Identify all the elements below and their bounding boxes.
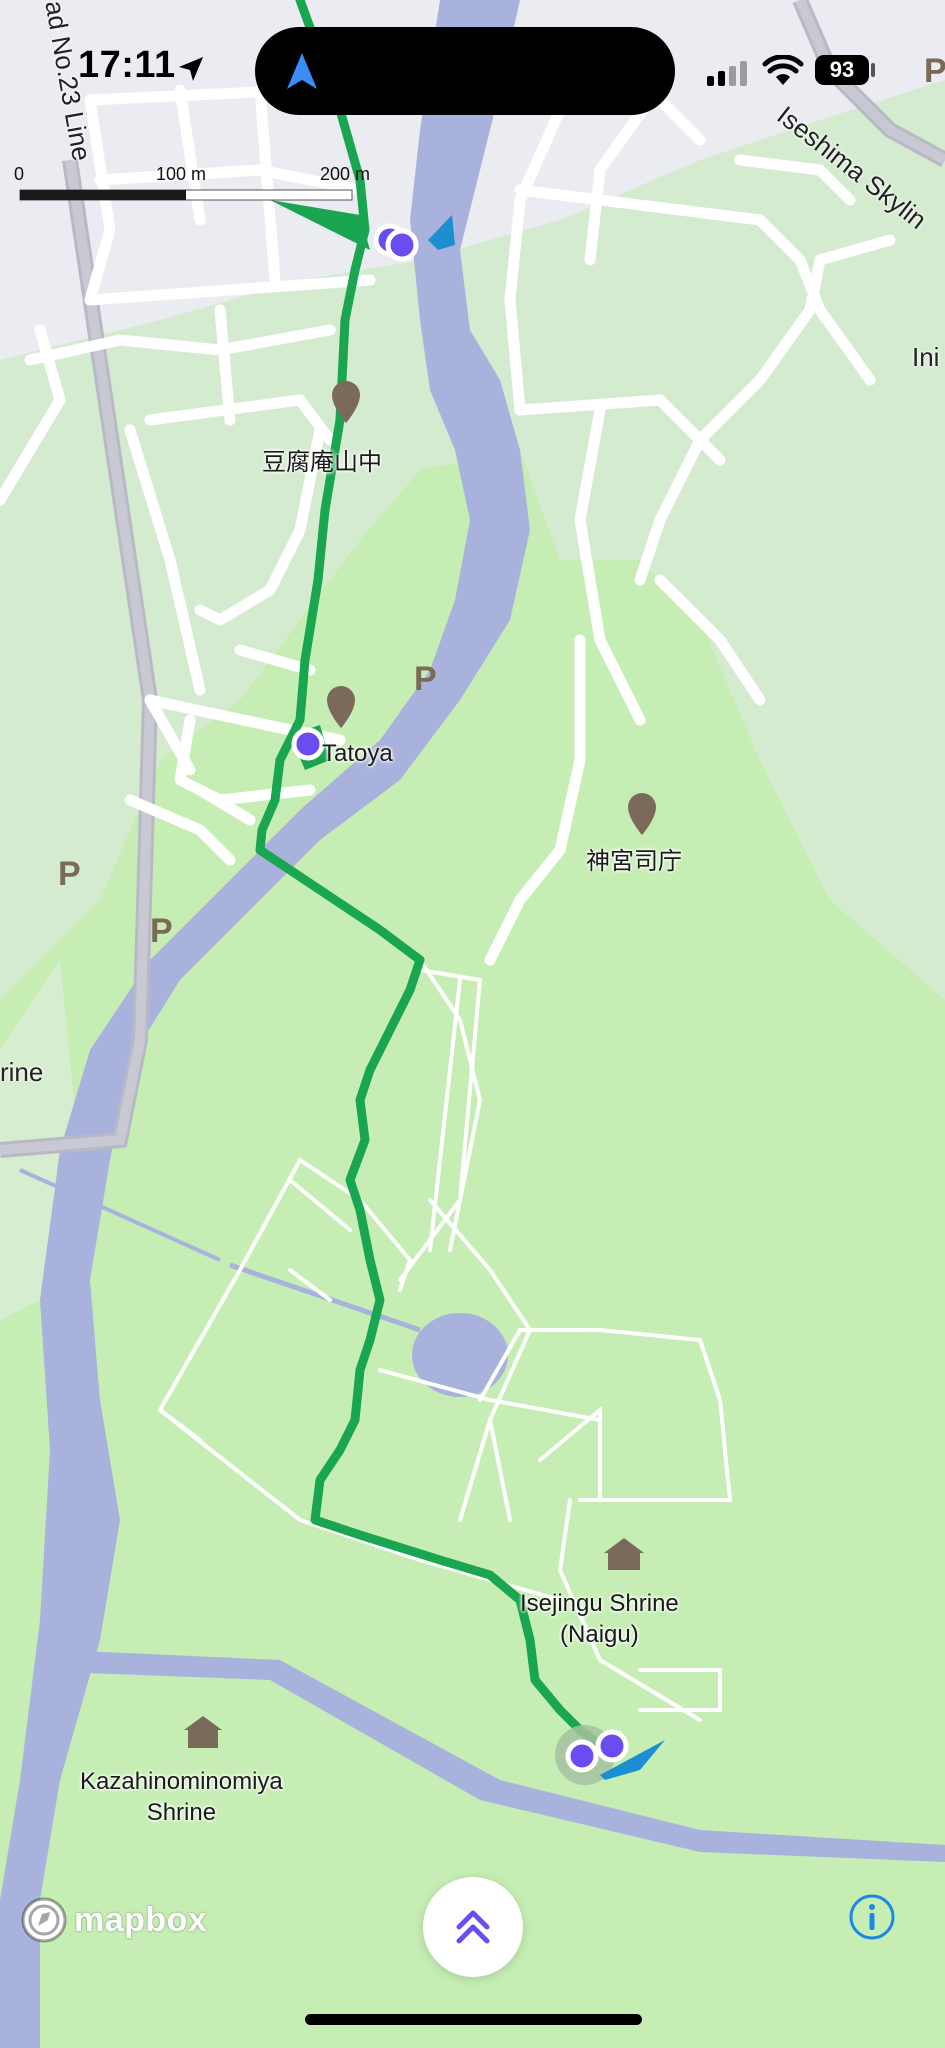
scale-label-200: 200 m <box>320 164 371 184</box>
parking-icon: P <box>924 52 945 90</box>
cellular-signal-icon <box>707 61 747 86</box>
battery-tip <box>871 63 875 77</box>
place-label-rine: rine <box>0 1057 44 1087</box>
poi-label-naigu[interactable]: Isejingu Shrine (Naigu) <box>520 1588 679 1650</box>
status-time: 17:11 <box>78 44 176 86</box>
dynamic-island <box>255 27 675 115</box>
double-chevron-up-icon <box>456 1910 490 1944</box>
parking-icon: P <box>150 912 173 950</box>
wifi-icon <box>762 55 804 85</box>
poi-label-tatoya[interactable]: Tatoya <box>322 738 393 769</box>
home-indicator[interactable] <box>305 2014 642 2025</box>
mapbox-logo-text: mapbox <box>74 1900 208 1939</box>
poi-label-jingu-shicho[interactable]: 神宮司庁 <box>586 846 682 877</box>
location-arrow-icon <box>179 57 203 81</box>
poi-label-tofu[interactable]: 豆腐庵山中 <box>262 447 382 478</box>
map-canvas[interactable] <box>0 0 945 2048</box>
battery-level: 93 <box>829 57 855 82</box>
mapbox-logo-icon <box>21 1897 67 1943</box>
mapbox-logo[interactable]: mapbox <box>20 1896 207 1944</box>
expand-panel-button[interactable] <box>423 1877 523 1977</box>
scale-label-0: 0 <box>14 164 25 184</box>
scale-label-100: 100 m <box>156 164 207 184</box>
poi-label-kazahinomi[interactable]: Kazahinominomiya Shrine <box>80 1766 283 1828</box>
info-icon[interactable] <box>848 1893 896 1941</box>
parking-icon: P <box>414 660 437 698</box>
navigation-arrow-icon <box>287 53 317 89</box>
place-label-ini: Ini <box>912 342 940 372</box>
parking-icon: P <box>58 855 81 893</box>
battery-indicator: 93 <box>815 55 869 85</box>
